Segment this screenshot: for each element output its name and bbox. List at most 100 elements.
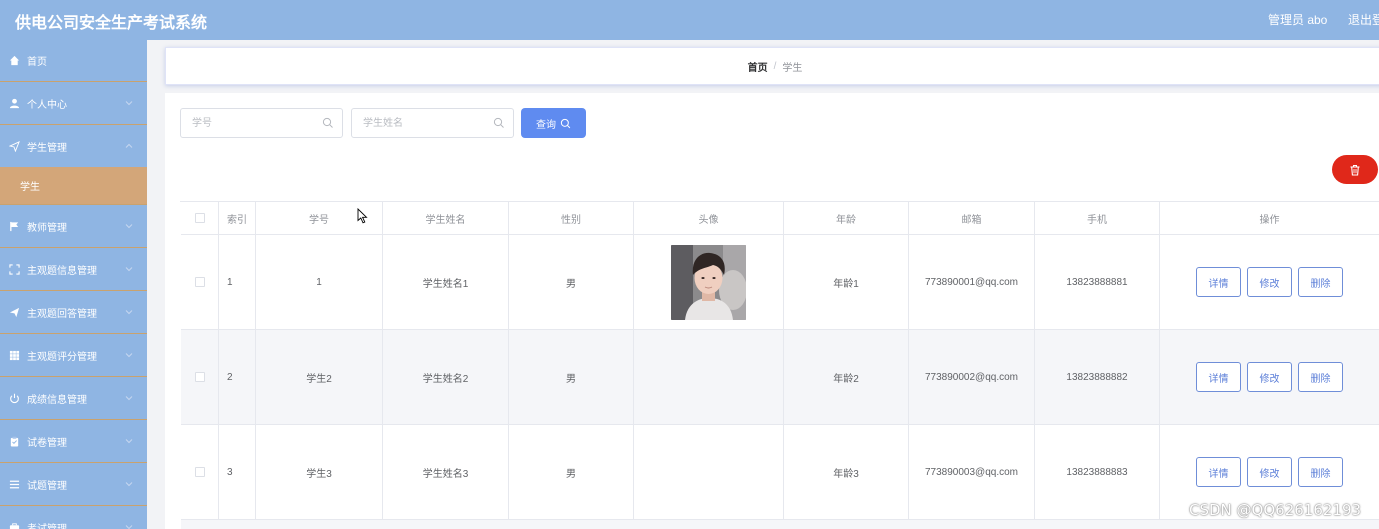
row-select-cell (181, 425, 219, 520)
student-no-cell: 学生2 (256, 330, 383, 425)
current-user-label: 管理员 abo (1268, 13, 1328, 27)
column-header: 性别 (509, 202, 634, 235)
header-select-cell (181, 202, 219, 235)
email-cell: 773890002@qq.com (909, 330, 1035, 425)
student-no-search (180, 108, 343, 138)
avatar-cell (634, 425, 784, 520)
sidebar-item-personal-center[interactable]: 个人中心 (0, 83, 147, 125)
breadcrumb-separator: / (773, 60, 777, 72)
chevron-down-icon (125, 482, 133, 487)
clipboard-icon (8, 436, 20, 448)
age-cell: 年龄2 (784, 330, 909, 425)
column-header: 操作 (1160, 202, 1379, 235)
search-icon (560, 118, 571, 128)
table-row: 2 学生2 学生姓名2 男 年龄2 773890002@qq.com 13823… (181, 330, 1379, 425)
sidebar-item-subjective-info[interactable]: 主观题信息管理 (0, 249, 147, 291)
age-cell: 年龄3 (784, 425, 909, 520)
trash-icon (1350, 164, 1360, 176)
detail-button[interactable]: 详情 (1196, 457, 1241, 487)
edit-button[interactable]: 修改 (1247, 267, 1292, 297)
sidebar: 首页 个人中心 学生管理 学生 教师管理 主观题信息管理 主观题回答管理 主观题… (0, 40, 147, 529)
query-button-label: 查询 (536, 119, 556, 131)
delete-button[interactable]: 删除 (1298, 362, 1343, 392)
sidebar-item-home[interactable]: 首页 (0, 40, 147, 82)
column-header: 学生姓名 (383, 202, 509, 235)
phone-cell: 13823888881 (1035, 235, 1160, 330)
gender-cell: 男 (509, 235, 634, 330)
student-no-cell: 1 (256, 235, 383, 330)
delete-button[interactable]: 删除 (1298, 457, 1343, 487)
sidebar-item-student[interactable]: 学生 (0, 167, 147, 205)
row-select-cell (181, 330, 219, 425)
index-cell: 3 (219, 425, 256, 520)
chevron-down-icon (125, 353, 133, 358)
chevron-down-icon (125, 396, 133, 401)
mouse-cursor-icon (357, 208, 368, 224)
chevron-down-icon (125, 525, 133, 529)
email-cell: 773890001@qq.com (909, 235, 1035, 330)
student-name-cell: 学生姓名1 (383, 235, 509, 330)
sidebar-item-label: 成绩信息管理 (27, 395, 87, 406)
student-no-cell: 学生3 (256, 425, 383, 520)
flag-icon (8, 221, 20, 233)
row-checkbox[interactable] (194, 277, 205, 287)
detail-button[interactable]: 详情 (1196, 362, 1241, 392)
student-name-input[interactable] (352, 109, 513, 137)
index-cell: 1 (219, 235, 256, 330)
actions-cell: 详情 修改 删除 (1160, 330, 1379, 425)
list-icon (8, 479, 20, 491)
sidebar-item-paper-management[interactable]: 试卷管理 (0, 421, 147, 463)
gender-cell: 男 (509, 330, 634, 425)
sidebar-item-label: 个人中心 (27, 100, 67, 111)
breadcrumb: 首页 / 学生 (165, 47, 1379, 85)
app-title: 供电公司安全生产考试系统 (15, 15, 208, 32)
phone-cell: 13823888883 (1035, 425, 1160, 520)
select-all-checkbox[interactable] (194, 213, 205, 223)
sidebar-item-label: 学生 (20, 182, 40, 193)
row-checkbox[interactable] (194, 467, 205, 477)
sidebar-item-subjective-scoring[interactable]: 主观题评分管理 (0, 335, 147, 377)
sidebar-item-label: 首页 (27, 57, 47, 68)
chevron-down-icon (125, 267, 133, 272)
edit-button[interactable]: 修改 (1247, 362, 1292, 392)
chevron-down-icon (125, 101, 133, 106)
batch-delete-button[interactable] (1332, 155, 1378, 184)
sidebar-item-subjective-answer[interactable]: 主观题回答管理 (0, 292, 147, 334)
query-button[interactable]: 查询 (521, 108, 586, 138)
age-cell: 年龄1 (784, 235, 909, 330)
home-icon (8, 55, 20, 67)
chevron-down-icon (125, 224, 133, 229)
sidebar-item-label: 试卷管理 (27, 438, 67, 449)
sidebar-item-score-info[interactable]: 成绩信息管理 (0, 378, 147, 420)
sidebar-item-student-management[interactable]: 学生管理 (0, 126, 147, 168)
edit-button[interactable]: 修改 (1247, 457, 1292, 487)
search-icon (322, 117, 333, 128)
student-no-input[interactable] (181, 109, 342, 137)
column-header: 头像 (634, 202, 784, 235)
plane-icon (8, 307, 20, 319)
student-name-cell: 学生姓名2 (383, 330, 509, 425)
breadcrumb-home[interactable]: 首页 (748, 59, 768, 74)
gender-cell: 男 (509, 425, 634, 520)
row-checkbox[interactable] (194, 372, 205, 382)
sidebar-item-label: 教师管理 (27, 223, 67, 234)
column-header: 手机 (1035, 202, 1160, 235)
chevron-up-icon (125, 143, 133, 148)
send-icon (8, 141, 20, 153)
user-icon (8, 98, 20, 110)
search-icon (493, 117, 504, 128)
student-name-cell: 学生姓名3 (383, 425, 509, 520)
breadcrumb-current: 学生 (782, 62, 803, 74)
logout-link[interactable]: 退出登 (1348, 11, 1379, 28)
sidebar-item-label: 主观题评分管理 (27, 352, 97, 363)
sidebar-item-label: 主观题信息管理 (27, 266, 97, 277)
delete-button[interactable]: 删除 (1298, 267, 1343, 297)
column-header: 索引 (219, 202, 256, 235)
detail-button[interactable]: 详情 (1196, 267, 1241, 297)
sidebar-item-question-management[interactable]: 试题管理 (0, 464, 147, 506)
sidebar-item-teacher-management[interactable]: 教师管理 (0, 206, 147, 248)
row-select-cell (181, 235, 219, 330)
sidebar-item-exam-management[interactable]: 考试管理 (0, 507, 147, 529)
actions-cell: 详情 修改 删除 (1160, 235, 1379, 330)
avatar (671, 244, 746, 320)
